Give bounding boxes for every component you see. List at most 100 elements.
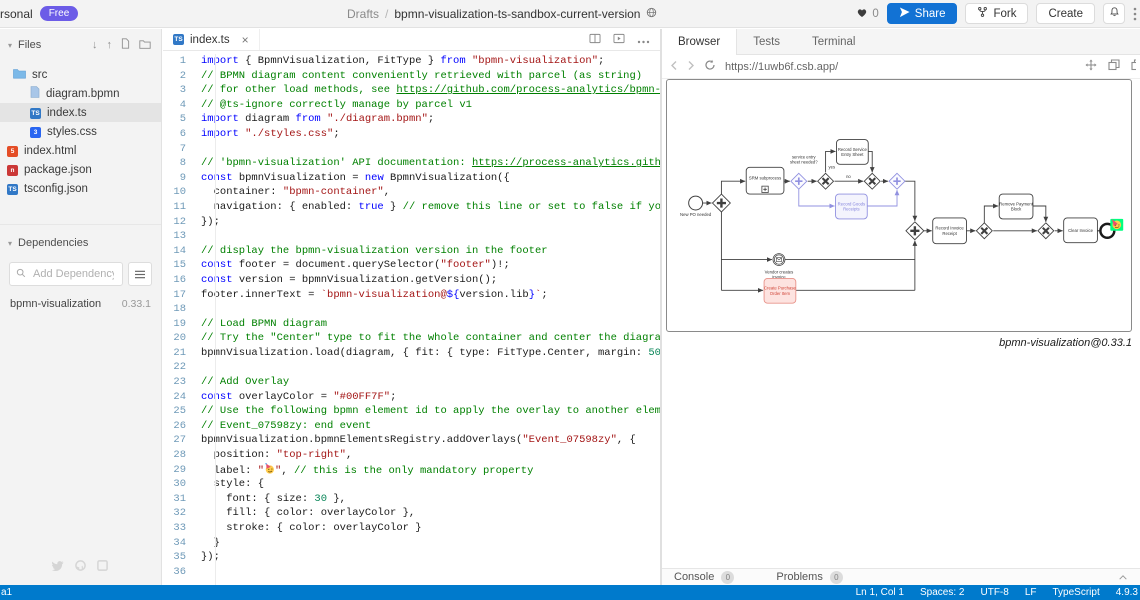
- line-number: 32: [163, 506, 201, 521]
- file-index.ts[interactable]: TSindex.ts: [0, 103, 161, 122]
- open-in-new-window-icon[interactable]: [1131, 58, 1136, 76]
- bpmn-gateway-blue-1[interactable]: [791, 173, 807, 189]
- dependency-menu-button[interactable]: [128, 262, 152, 286]
- twitter-icon[interactable]: [52, 558, 64, 576]
- status-item[interactable]: Spaces: 2: [920, 587, 964, 598]
- likes[interactable]: 0: [856, 7, 878, 21]
- add-dependency-input[interactable]: [31, 267, 116, 281]
- bpmn-label: New PO needed: [680, 212, 712, 217]
- line-number: 13: [163, 229, 201, 244]
- new-folder-icon[interactable]: [139, 39, 151, 52]
- bpmn-task-record-service-entry-sheet[interactable]: Record ServiceEntry Sheet: [836, 140, 868, 165]
- file-tsconfig.json[interactable]: TStsconfig.json: [0, 179, 161, 198]
- breadcrumb-title[interactable]: bpmn-visualization-ts-sandbox-current-ve…: [394, 7, 640, 21]
- line-number: 17: [163, 288, 201, 303]
- bpmn-sequence-flow: [1033, 206, 1046, 222]
- forward-icon[interactable]: [687, 58, 695, 76]
- bpmn-label: Order Item: [770, 291, 791, 296]
- download-icon[interactable]: ↓: [92, 39, 98, 51]
- bpmn-gateway-join-sheet[interactable]: [864, 173, 880, 189]
- line-number: 28: [163, 448, 201, 463]
- status-item[interactable]: TypeScript: [1053, 587, 1100, 598]
- line-number: 8: [163, 156, 201, 171]
- pan-tool-icon[interactable]: [1085, 58, 1097, 76]
- more-options-kebab-icon[interactable]: [1133, 3, 1140, 24]
- files-header-label: Files: [18, 39, 41, 51]
- console-count-badge: 0: [721, 571, 734, 584]
- preview-tab-browser[interactable]: Browser: [662, 29, 737, 55]
- dependencies-panel-header[interactable]: ▾ Dependencies: [0, 224, 161, 254]
- bpmn-gateway-blue-2[interactable]: [889, 173, 905, 189]
- back-icon[interactable]: [670, 58, 678, 76]
- bpmn-gateway-x-4[interactable]: [1038, 223, 1054, 239]
- status-item[interactable]: LF: [1025, 587, 1037, 598]
- github-icon[interactable]: [75, 558, 86, 576]
- duplicate-window-icon[interactable]: [1108, 58, 1120, 76]
- heart-icon[interactable]: [856, 7, 868, 21]
- bpmn-diagram: New PO needed SRM subprocess Record Servic…: [667, 80, 1131, 331]
- bpmn-task-record-invoice-receipt[interactable]: Record InvoiceReceipt: [933, 218, 967, 244]
- bpmn-container[interactable]: New PO needed SRM subprocess Record Servic…: [666, 79, 1132, 332]
- bpmn-task-record-goods-receipts[interactable]: Record GoodsReceipts: [836, 194, 868, 219]
- codesandbox-icon[interactable]: [97, 558, 108, 576]
- bpmn-task-create-purchase-order-item[interactable]: Create PurchaseOrder Item: [764, 278, 797, 303]
- file-src[interactable]: src: [0, 65, 161, 84]
- file-index.html[interactable]: 5index.html: [0, 141, 161, 160]
- preview-tab-tests[interactable]: Tests: [737, 29, 796, 55]
- console-tab[interactable]: Console 0: [674, 571, 734, 584]
- bpmn-message-event-vendor-creates-invoice[interactable]: Vendor createsinvoice: [765, 254, 794, 280]
- collapse-chevron-icon[interactable]: ▾: [8, 239, 12, 248]
- code-area[interactable]: 1import { BpmnVisualization, FitType } f…: [163, 51, 660, 585]
- status-item[interactable]: 4.9.3: [1116, 587, 1138, 598]
- bpmn-gateway-service-sheet-needed[interactable]: [818, 173, 834, 189]
- status-item[interactable]: Ln 1, Col 1: [856, 587, 904, 598]
- status-item[interactable]: UTF-8: [980, 587, 1008, 598]
- bpmn-label: Entry Sheet: [841, 152, 864, 157]
- dependency-name: bpmn-visualization: [10, 298, 101, 310]
- bpmn-sequence-flow: [867, 190, 897, 206]
- file-diagram.bpmn[interactable]: diagram.bpmn: [0, 84, 161, 103]
- more-actions-icon[interactable]: [637, 31, 650, 49]
- problems-tab[interactable]: Problems 0: [776, 571, 842, 584]
- collapse-chevron-icon[interactable]: ▾: [8, 41, 12, 50]
- file-styles.css[interactable]: 3styles.css: [0, 122, 161, 141]
- new-file-icon[interactable]: [121, 38, 130, 52]
- workspace-area: rsonal Free: [0, 6, 78, 21]
- npm-file-icon: n: [7, 163, 18, 176]
- bpmn-parallel-gateway-split[interactable]: [712, 194, 730, 212]
- split-editor-icon[interactable]: [589, 31, 601, 49]
- preview-tab-terminal[interactable]: Terminal: [796, 29, 871, 55]
- css-file-icon: 3: [30, 125, 41, 138]
- fork-button[interactable]: Fork: [965, 3, 1028, 24]
- visibility-globe-icon: [646, 7, 657, 21]
- url-text[interactable]: https://1uwb6f.csb.app/: [725, 61, 1076, 73]
- bpmn-label: no: [846, 174, 851, 179]
- bpmn-task-clear-invoice[interactable]: Clear Invoice: [1064, 218, 1098, 243]
- notifications-bell-button[interactable]: [1103, 3, 1125, 24]
- expand-console-chevron-icon[interactable]: [1118, 568, 1128, 586]
- bpmn-parallel-gateway-join[interactable]: [906, 222, 924, 240]
- bpmn-gateway-x-3[interactable]: [976, 223, 992, 239]
- close-tab-icon[interactable]: ×: [242, 33, 249, 47]
- files-panel-header[interactable]: ▾ Files ↓ ↑: [0, 29, 161, 57]
- bpmn-task-remove-payment-block[interactable]: Remove PaymentBlock: [999, 194, 1034, 219]
- dependency-bpmn-visualization[interactable]: bpmn-visualization0.33.1: [0, 290, 161, 318]
- share-arrow-icon: [899, 7, 910, 21]
- line-number: 21: [163, 346, 201, 361]
- team-name[interactable]: rsonal: [0, 7, 33, 21]
- statusbar-left-text: a1: [0, 587, 12, 598]
- refresh-icon[interactable]: [704, 58, 716, 76]
- share-button[interactable]: Share: [887, 3, 958, 24]
- tab-index-ts[interactable]: TS index.ts ×: [163, 29, 260, 50]
- breadcrumb-folder[interactable]: Drafts: [347, 7, 379, 21]
- bpmn-overlay-party-face[interactable]: [1110, 219, 1123, 231]
- file-package.json[interactable]: npackage.json: [0, 160, 161, 179]
- add-dependency-field[interactable]: [9, 262, 123, 286]
- bpmn-label: service entry: [792, 154, 816, 159]
- create-button[interactable]: Create: [1036, 3, 1095, 24]
- open-preview-icon[interactable]: [613, 31, 625, 49]
- bpmn-task-srm-subprocess[interactable]: SRM subprocess: [746, 167, 784, 194]
- bpmn-start-event-new-po-needed[interactable]: New PO needed: [680, 196, 712, 217]
- dependency-list: bpmn-visualization0.33.1: [0, 290, 161, 318]
- upload-icon[interactable]: ↑: [107, 39, 113, 51]
